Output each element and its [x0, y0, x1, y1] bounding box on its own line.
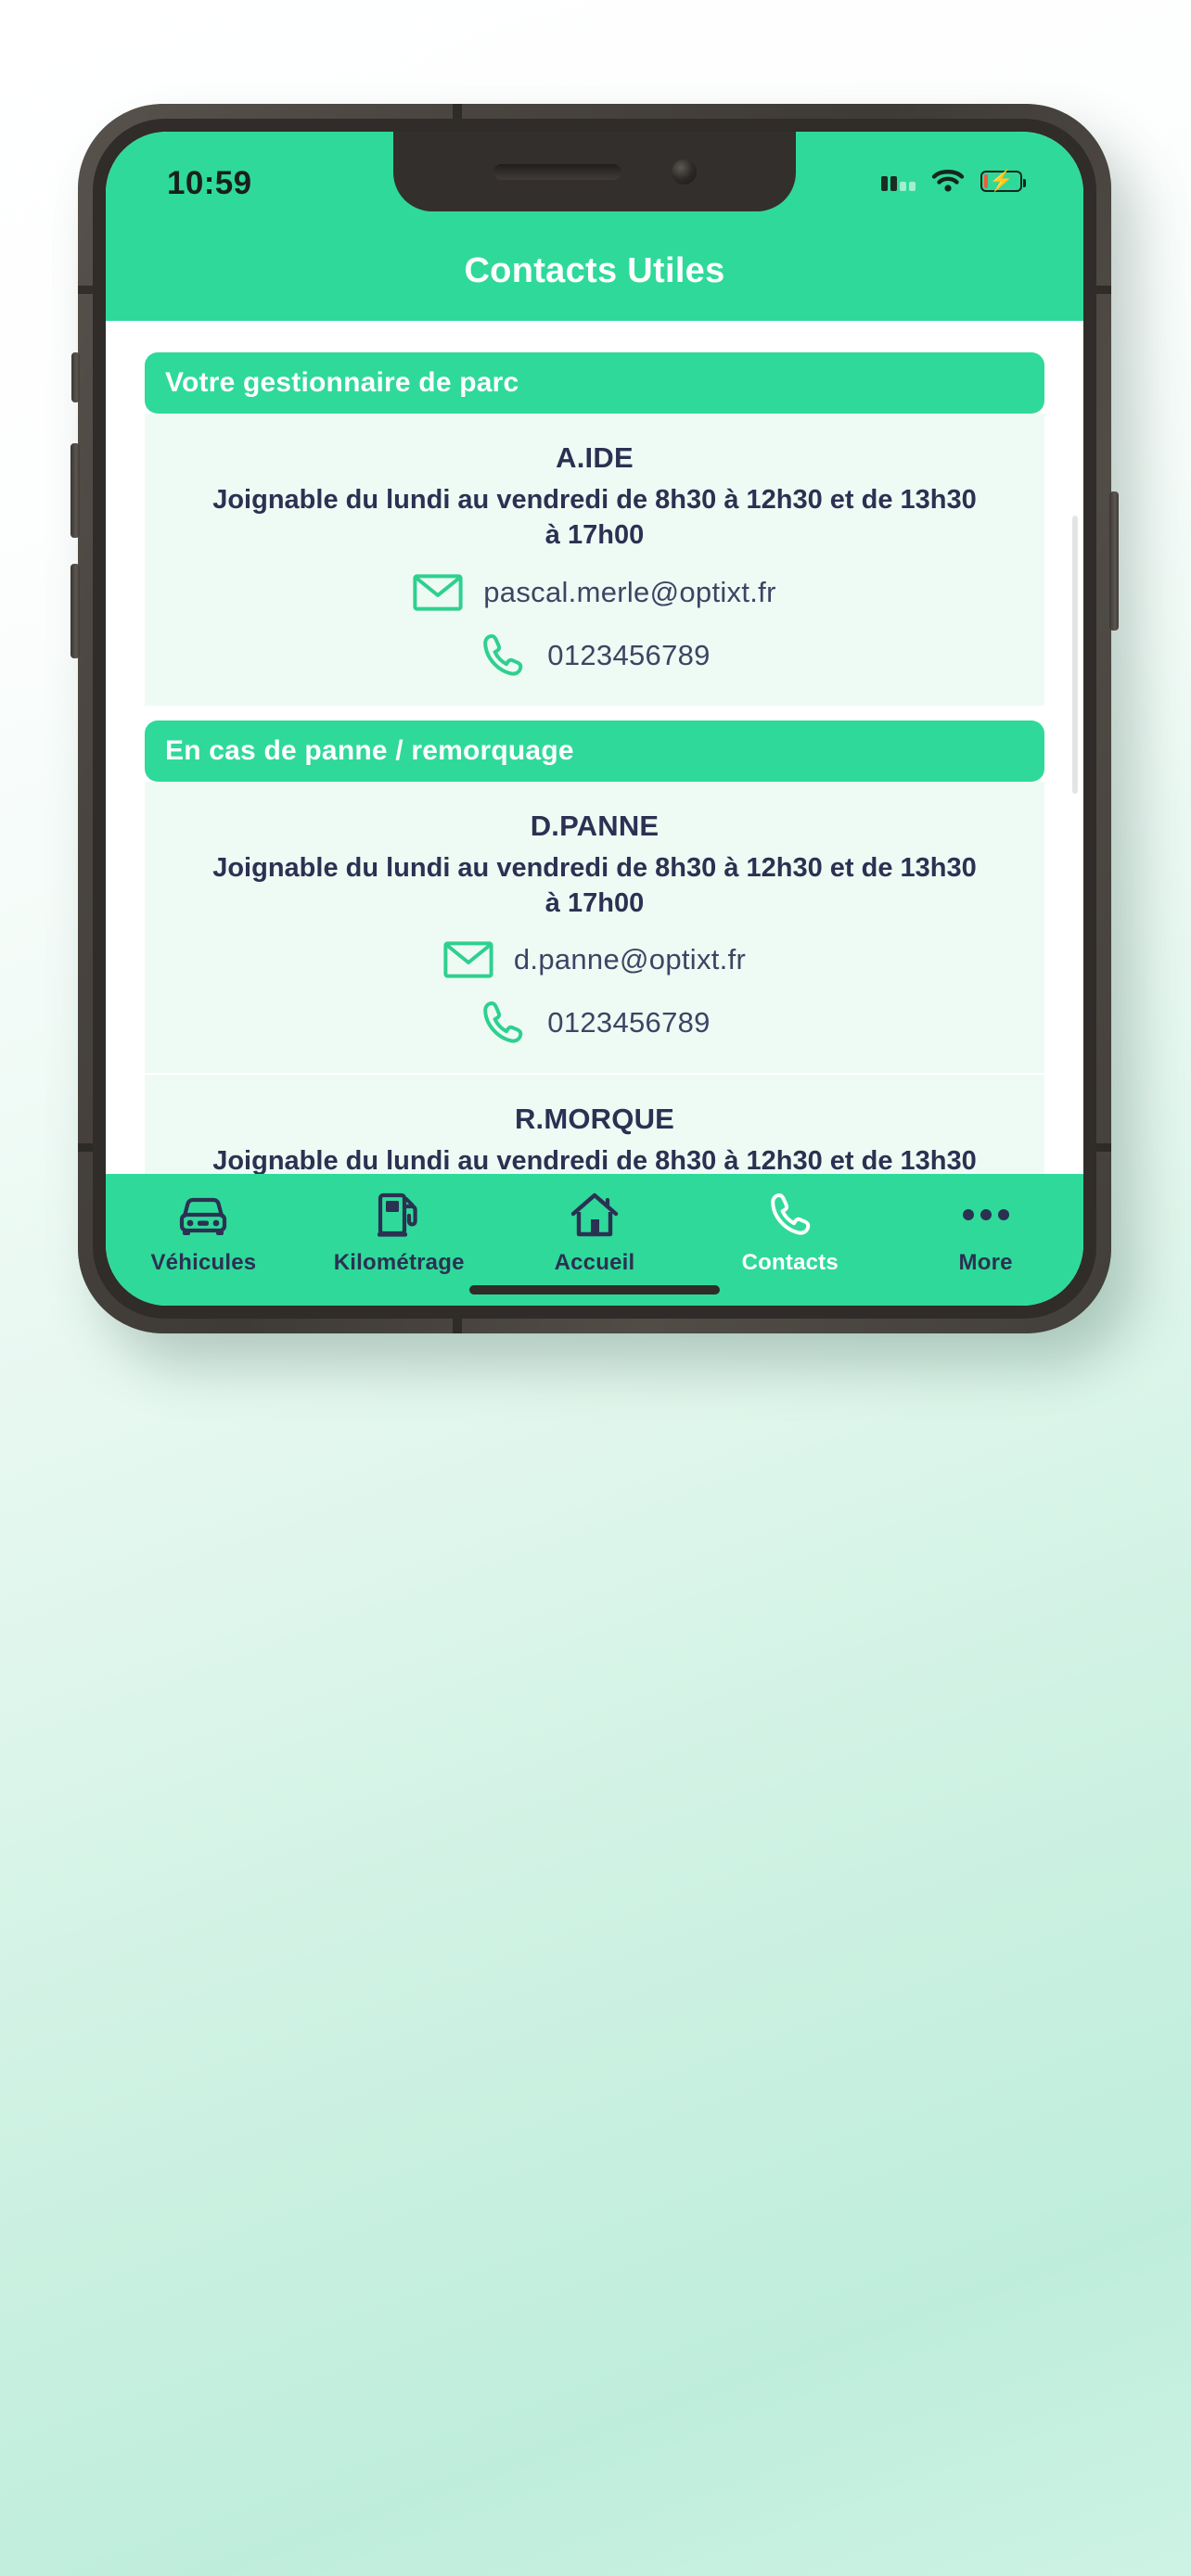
display-notch: [393, 132, 796, 211]
nav-item-accueil[interactable]: Accueil: [497, 1189, 693, 1276]
contact-phone-row[interactable]: 0123456789: [167, 631, 1022, 680]
phone-screen: 10:59 ⚡ Contacts Utiles Votre gestionnai…: [106, 132, 1083, 1306]
nav-label: Kilométrage: [333, 1250, 465, 1275]
envelope-icon: [413, 573, 463, 611]
earpiece-speaker-icon: [493, 163, 621, 180]
contact-name: D.PANNE: [530, 809, 660, 842]
home-indicator[interactable]: [469, 1285, 720, 1294]
home-icon: [570, 1189, 620, 1241]
contact-hours: Joignable du lundi au vendredi de 8h30 à…: [212, 485, 977, 551]
scrollbar-thumb[interactable]: [1072, 516, 1078, 794]
app-bar: Contacts Utiles: [106, 221, 1083, 321]
contact-name: R.MORQUE: [514, 1103, 675, 1136]
envelope-icon: [443, 941, 493, 978]
contact-email[interactable]: d.panne@optixt.fr: [514, 943, 746, 976]
nav-item-contacts[interactable]: Contacts: [692, 1189, 888, 1276]
status-icons: ⚡: [881, 165, 1026, 193]
phone-frame: 10:59 ⚡ Contacts Utiles Votre gestionnai…: [70, 104, 1119, 1333]
fuel-pump-icon: [375, 1189, 423, 1241]
phone-icon: [483, 1001, 523, 1043]
power-button[interactable]: [1109, 491, 1119, 631]
nav-label: Accueil: [554, 1250, 635, 1275]
signal-bars-icon: [881, 171, 916, 191]
contact-phone[interactable]: 0123456789: [547, 1006, 710, 1039]
nav-item-vehicules[interactable]: Véhicules: [106, 1189, 301, 1276]
nav-item-kilometrage[interactable]: Kilométrage: [301, 1189, 497, 1276]
car-icon: [176, 1189, 230, 1241]
nav-label: Véhicules: [150, 1250, 257, 1275]
contact-phone[interactable]: 0123456789: [547, 639, 710, 672]
section-header-panne: En cas de panne / remorquage: [145, 720, 1044, 782]
nav-label: More: [958, 1250, 1013, 1275]
wifi-icon: [931, 170, 965, 192]
phone-device: 10:59 ⚡ Contacts Utiles Votre gestionnai…: [70, 104, 1119, 1333]
contacts-list[interactable]: Votre gestionnaire de parc A.IDE Joignab…: [106, 321, 1083, 1213]
section-header-gestionnaire: Votre gestionnaire de parc: [145, 352, 1044, 414]
section-header-label: Votre gestionnaire de parc: [165, 367, 519, 398]
contact-email-row[interactable]: pascal.merle@optixt.fr: [167, 573, 1022, 611]
battery-charging-icon: ⚡: [980, 170, 1026, 192]
volume-down-button[interactable]: [70, 564, 80, 658]
volume-up-button[interactable]: [70, 443, 80, 538]
contact-card[interactable]: A.IDE Joignable du lundi au vendredi de …: [145, 414, 1044, 706]
contact-hours: Joignable du lundi au vendredi de 8h30 à…: [212, 852, 977, 918]
page-title: Contacts Utiles: [464, 250, 725, 290]
contact-card[interactable]: D.PANNE Joignable du lundi au vendredi d…: [145, 781, 1044, 1074]
mute-switch[interactable]: [71, 352, 80, 402]
section-header-label: En cas de panne / remorquage: [165, 734, 574, 766]
contact-email[interactable]: pascal.merle@optixt.fr: [483, 576, 775, 609]
contact-phone-row[interactable]: 0123456789: [167, 999, 1022, 1047]
contact-email-row[interactable]: d.panne@optixt.fr: [167, 941, 1022, 978]
status-time: 10:59: [167, 165, 252, 201]
nav-item-more[interactable]: More: [888, 1189, 1083, 1276]
phone-icon: [483, 633, 523, 676]
contact-name: A.IDE: [556, 441, 634, 474]
nav-label: Contacts: [741, 1250, 839, 1275]
phone-icon: [766, 1189, 814, 1241]
front-camera-icon: [671, 159, 697, 185]
ellipsis-icon: [960, 1189, 1012, 1241]
